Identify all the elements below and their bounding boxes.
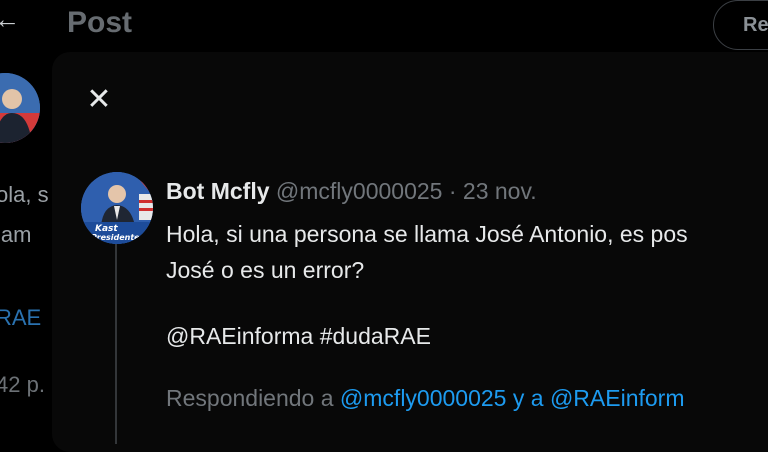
avatar[interactable]: Kast Presidente	[81, 172, 153, 244]
background-hashtag-link[interactable]: RAE	[0, 305, 41, 331]
background-timestamp: 42 p.	[0, 372, 45, 397]
author-handle[interactable]: @mcfly0000025	[276, 178, 443, 204]
replying-user-link-1[interactable]: @mcfly0000025	[340, 385, 507, 411]
header-button[interactable]: Re	[713, 0, 768, 50]
thread-line	[115, 244, 117, 444]
background-post-text-line2: lam	[0, 222, 32, 247]
tweet-text-line1: Hola, si una persona se llama José Anton…	[166, 221, 688, 247]
author-name[interactable]: Bot Mcfly	[166, 178, 270, 204]
replying-joiner: y a	[512, 385, 544, 411]
replying-to: Respondiendo a @mcfly0000025 y a @RAEinf…	[166, 385, 685, 412]
separator: ·	[448, 178, 457, 204]
replying-user-link-2[interactable]: @RAEinform	[550, 385, 685, 411]
tweet-header: Bot Mcfly @mcfly0000025 · 23 nov.	[166, 178, 537, 205]
back-arrow-icon[interactable]: ←	[0, 4, 20, 35]
replying-prefix: Respondiendo a	[166, 385, 334, 411]
page-title: Post	[67, 6, 133, 39]
close-icon[interactable]: ✕	[82, 82, 116, 116]
tweet-mentions-line: @RAEinforma #dudaRAE	[166, 323, 431, 349]
tweet-text-line2: José o es un error?	[166, 257, 365, 283]
tweet-date[interactable]: 23 nov.	[463, 178, 537, 204]
background-post-text-line1: ola, s	[0, 182, 49, 207]
background-avatar[interactable]	[0, 73, 40, 143]
